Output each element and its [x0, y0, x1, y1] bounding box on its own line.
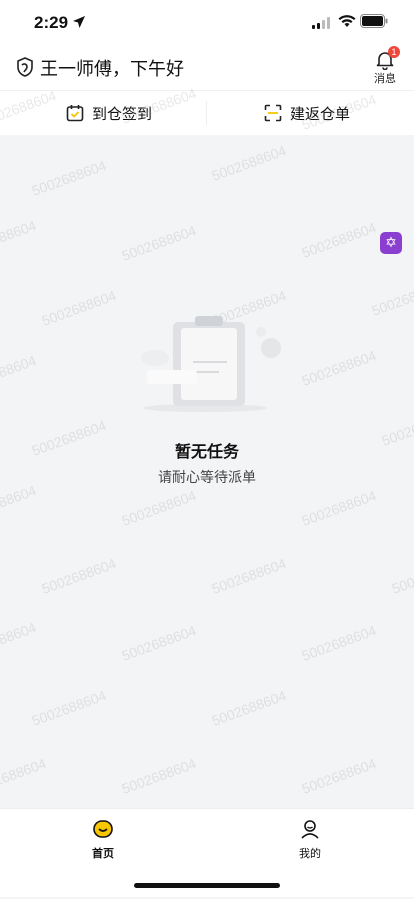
calendar-check-icon — [66, 105, 84, 122]
action-row: 到仓签到 建返仓单 — [0, 90, 414, 135]
status-time: 2:29 — [34, 13, 69, 32]
scan-icon — [264, 104, 282, 122]
watermark: 5002688604 — [119, 222, 199, 264]
star-icon: ✡ — [385, 235, 397, 251]
watermark: 5002688604 — [299, 755, 379, 797]
empty-state-title: 暂无任务 — [174, 442, 239, 461]
watermark: 5002688604 — [39, 287, 119, 329]
home-indicator — [134, 883, 280, 888]
build-return-label: 建返仓单 — [290, 104, 351, 123]
tab-mine-label: 我的 — [299, 847, 321, 860]
watermark: 5002688604 — [0, 755, 49, 797]
tab-home-label: 首页 — [92, 847, 114, 860]
watermark: 5002688604 — [299, 622, 379, 664]
user-icon — [301, 820, 319, 839]
watermark: 5002688604 — [389, 555, 414, 597]
battery-icon — [360, 14, 388, 28]
watermark: 5002688604 — [119, 622, 199, 664]
watermark: 5002688604 — [0, 619, 39, 661]
home-face-icon — [93, 820, 113, 838]
watermark: 5002688604 — [119, 755, 199, 797]
status-bar: 2:29 — [0, 0, 414, 46]
watermark: 5002688604 — [29, 157, 109, 199]
watermark: 5002688604 — [299, 347, 379, 389]
watermark: 5002688604 — [369, 277, 414, 319]
watermark: 5002688604 — [0, 352, 39, 394]
empty-state-subtitle: 请耐心等待派单 — [158, 470, 256, 486]
messages-button[interactable]: 1 消息 — [364, 46, 406, 90]
tab-home[interactable]: 首页 — [73, 819, 133, 861]
tab-mine[interactable]: 我的 — [280, 819, 340, 861]
watermark: 5002688604 — [209, 555, 289, 597]
watermark: 5002688604 — [209, 687, 289, 729]
checkin-label: 到仓签到 — [92, 104, 153, 123]
build-return-button[interactable]: 建返仓单 — [264, 91, 350, 135]
wifi-icon — [338, 15, 356, 27]
message-badge: 1 — [388, 46, 400, 58]
floating-star-button[interactable]: ✡ — [380, 232, 402, 254]
location-arrow-icon — [73, 16, 85, 28]
divider — [206, 101, 207, 125]
watermark: 5002688604 — [299, 219, 379, 261]
watermark: 5002688604 — [209, 142, 289, 184]
signal-icon — [312, 17, 330, 29]
watermark: 5002688604 — [0, 217, 39, 259]
empty-clipboard-icon — [141, 316, 281, 412]
greeting-title: 王一师傅，下午好 — [40, 59, 184, 80]
header: 王一师傅，下午好 1 消息 — [0, 46, 414, 90]
watermark: 5002688604 — [29, 687, 109, 729]
shield-icon — [17, 57, 33, 77]
checkin-button[interactable]: 到仓签到 — [66, 91, 152, 135]
watermark: 5002688604 — [119, 487, 199, 529]
watermark: 5002688604 — [299, 487, 379, 529]
messages-label: 消息 — [374, 72, 396, 85]
watermark: 5002688604 — [0, 482, 39, 524]
watermark: 5002688604 — [39, 555, 119, 597]
